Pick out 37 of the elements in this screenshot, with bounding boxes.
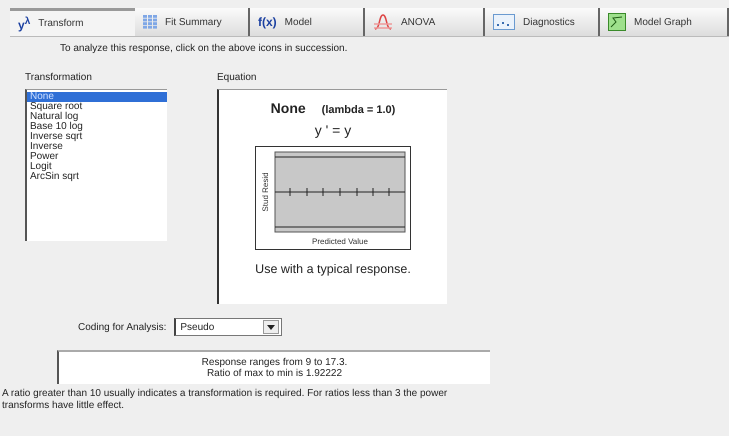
tab-icon-text: f(x) [258, 15, 277, 29]
footnote-text: A ratio greater than 10 usually indicates a transformation is required. For ratios less than 3 the power transforms have little effect. [2, 388, 448, 412]
tab[interactable]: f(x) Model [250, 8, 365, 36]
axis-label: Predicted Value [312, 237, 368, 246]
distribution-icon [373, 12, 393, 32]
transformation-name: None [270, 100, 306, 116]
list-item[interactable]: Square root [27, 102, 167, 112]
info-text: Ratio of max to min is 1.92222 [206, 368, 342, 379]
usage-note: Use with a typical response. [255, 262, 411, 276]
equation-label: Equation [217, 72, 258, 83]
equation-formula: y ' = y [314, 122, 352, 138]
scatter-chart-icon [493, 14, 515, 30]
list-item[interactable]: Logit [27, 162, 167, 172]
table-icon [143, 15, 157, 29]
list-item[interactable]: ArcSin sqrt [27, 172, 167, 182]
coding-dropdown[interactable]: Pseudo [174, 318, 282, 336]
list-item[interactable]: Power [27, 152, 167, 162]
tab-icon-text: y$^{λ}$ [18, 16, 30, 32]
coding-label: Coding for Analysis: [78, 322, 166, 332]
list-item[interactable]: Inverse sqrt [27, 132, 167, 142]
list-item[interactable]: Base 10 log [27, 122, 167, 132]
list-item[interactable]: None [27, 92, 167, 102]
transformation-list[interactable]: None Square root Natural log Base 10 log Inverse sqrt Inverse Power Logit ArcSin sqrt [25, 89, 167, 241]
tab[interactable]: y$^{λ}$ Transform [10, 8, 135, 36]
surface-graph-icon [608, 13, 626, 31]
lambda-text: (lambda = 1.0) [322, 104, 396, 116]
list-label: Transformation [25, 72, 93, 83]
list-item[interactable]: Natural log [27, 112, 167, 122]
list-item[interactable]: Inverse [27, 142, 167, 152]
tab[interactable]: Diagnostics [485, 8, 600, 36]
tab[interactable]: Model Graph [600, 8, 729, 36]
axis-label: Stud Resid [261, 172, 270, 212]
tab[interactable]: Fit Summary [135, 8, 250, 36]
instruction-text: To analyze this response, click on the above icons in succession. [60, 43, 348, 54]
caret-icon [267, 324, 276, 330]
info-text: Response ranges from 9 to 17.3. [202, 357, 348, 368]
tab[interactable]: ANOVA [365, 8, 485, 36]
